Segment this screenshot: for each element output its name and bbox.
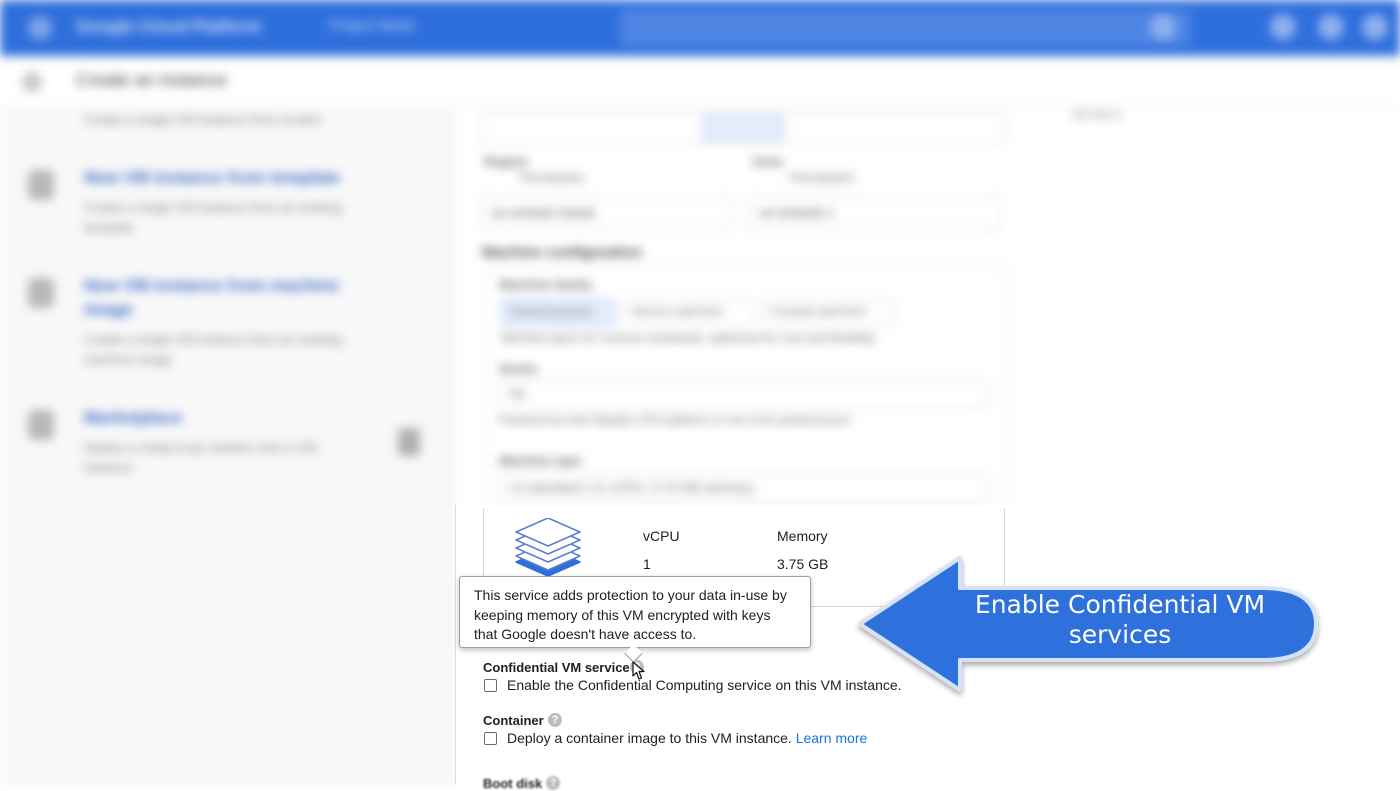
- callout-text: Enable Confidential VM services: [945, 590, 1295, 650]
- marketplace-icon: [28, 410, 54, 440]
- family-tab-general[interactable]: General-purpose: [501, 299, 615, 327]
- vcpu-value: 1: [643, 556, 651, 572]
- name-pill: [702, 115, 784, 141]
- option-title: Marketplace: [84, 408, 183, 427]
- callout-line-2: services: [1068, 620, 1172, 649]
- page-title: Create an instance: [76, 70, 228, 90]
- region-select[interactable]: us-central1 (Iowa): [480, 196, 732, 230]
- menu-icon[interactable]: [28, 16, 52, 40]
- option-scratch-desc: Create a single VM instance from scratch: [84, 112, 322, 127]
- brand-title: Google Cloud Platform: [76, 17, 262, 36]
- learn-more-link[interactable]: Learn more: [796, 730, 868, 746]
- container-checkbox[interactable]: [484, 732, 497, 745]
- option-desc: Create a single VM instance from an exis…: [84, 332, 342, 367]
- template-icon: [28, 170, 54, 200]
- family-tab-memory[interactable]: Memory-optimized: [623, 299, 753, 327]
- zone-value: us-central1-c: [759, 205, 835, 220]
- option-desc: Deploy a ready-to-go solution onto a VM …: [84, 440, 317, 475]
- series-label: Series: [499, 361, 539, 376]
- settings-icon[interactable]: [1318, 14, 1344, 40]
- option-desc: Create a single VM instance from an exis…: [84, 200, 342, 235]
- boot-disk-label: Boot disk: [483, 776, 543, 791]
- machine-type-label: Machine type: [499, 453, 582, 468]
- project-selector[interactable]: Project Name: [330, 17, 415, 33]
- page-header: Create an instance: [0, 56, 1400, 107]
- tooltip-line-1: This service adds protection to your dat…: [474, 587, 787, 603]
- zone-hint: Permanent: [790, 170, 854, 185]
- mouse-cursor-icon: [632, 661, 645, 680]
- container-checkbox-text: Deploy a container image to this VM inst…: [507, 730, 792, 746]
- confidential-computing-checkbox[interactable]: [484, 679, 497, 692]
- family-desc: Machine types for common workloads, opti…: [501, 331, 876, 345]
- region-label: Region: [484, 154, 529, 169]
- vcpu-label: vCPU: [643, 528, 680, 544]
- container-checkbox-label[interactable]: Deploy a container image to this VM inst…: [507, 730, 867, 746]
- machine-type-select[interactable]: n1-standard-1 (1 vCPU, 3.75 GB memory): [499, 473, 987, 503]
- search-input[interactable]: [620, 10, 1190, 46]
- notifications-icon[interactable]: [1270, 14, 1296, 40]
- series-desc: Powered by Intel Skylake CPU platform or…: [499, 413, 851, 427]
- option-title: New VM instance from machine image: [84, 276, 340, 319]
- confidential-vm-label: Confidential VM service: [483, 660, 630, 675]
- machine-config-heading: Machine configuration: [482, 244, 643, 261]
- container-label: Container: [483, 713, 544, 728]
- machine-family-label: Machine family: [499, 277, 593, 292]
- machine-config-card: Machine family General-purpose Memory-op…: [484, 266, 1006, 508]
- search-icon[interactable]: [1150, 14, 1176, 40]
- family-tab-compute[interactable]: Compute-optimized: [761, 299, 893, 327]
- confidential-vm-tooltip: This service adds protection to your dat…: [459, 576, 811, 648]
- details-link[interactable]: DETAILS: [1072, 108, 1121, 122]
- avatar[interactable]: [1362, 14, 1388, 40]
- series-select[interactable]: N1: [499, 379, 987, 409]
- memory-value: 3.75 GB: [777, 556, 829, 572]
- confidential-checkbox-label[interactable]: Enable the Confidential Computing servic…: [507, 677, 902, 693]
- tooltip-line-2: keeping memory of this VM encrypted with…: [474, 606, 771, 623]
- memory-label: Memory: [777, 528, 828, 544]
- creation-options-panel: Create a single VM instance from scratch…: [0, 106, 453, 785]
- option-title: New VM instance from template: [84, 168, 341, 187]
- zone-label: Zone: [752, 154, 784, 169]
- region-value: us-central1 (Iowa): [491, 205, 596, 220]
- open-in-new-icon[interactable]: [398, 428, 420, 456]
- machine-image-icon: [28, 278, 54, 308]
- zone-select[interactable]: us-central1-c: [748, 196, 1002, 230]
- help-icon[interactable]: ?: [548, 713, 562, 727]
- region-hint: Permanent: [520, 170, 584, 185]
- top-app-bar: Google Cloud Platform Project Name: [0, 0, 1400, 56]
- tooltip-line-3: that Google doesn't have access to.: [474, 626, 697, 642]
- back-arrow-icon[interactable]: [22, 72, 42, 92]
- callout-line-1: Enable Confidential VM: [974, 590, 1266, 619]
- help-icon[interactable]: ?: [546, 776, 560, 790]
- compute-stack-icon: [515, 518, 581, 577]
